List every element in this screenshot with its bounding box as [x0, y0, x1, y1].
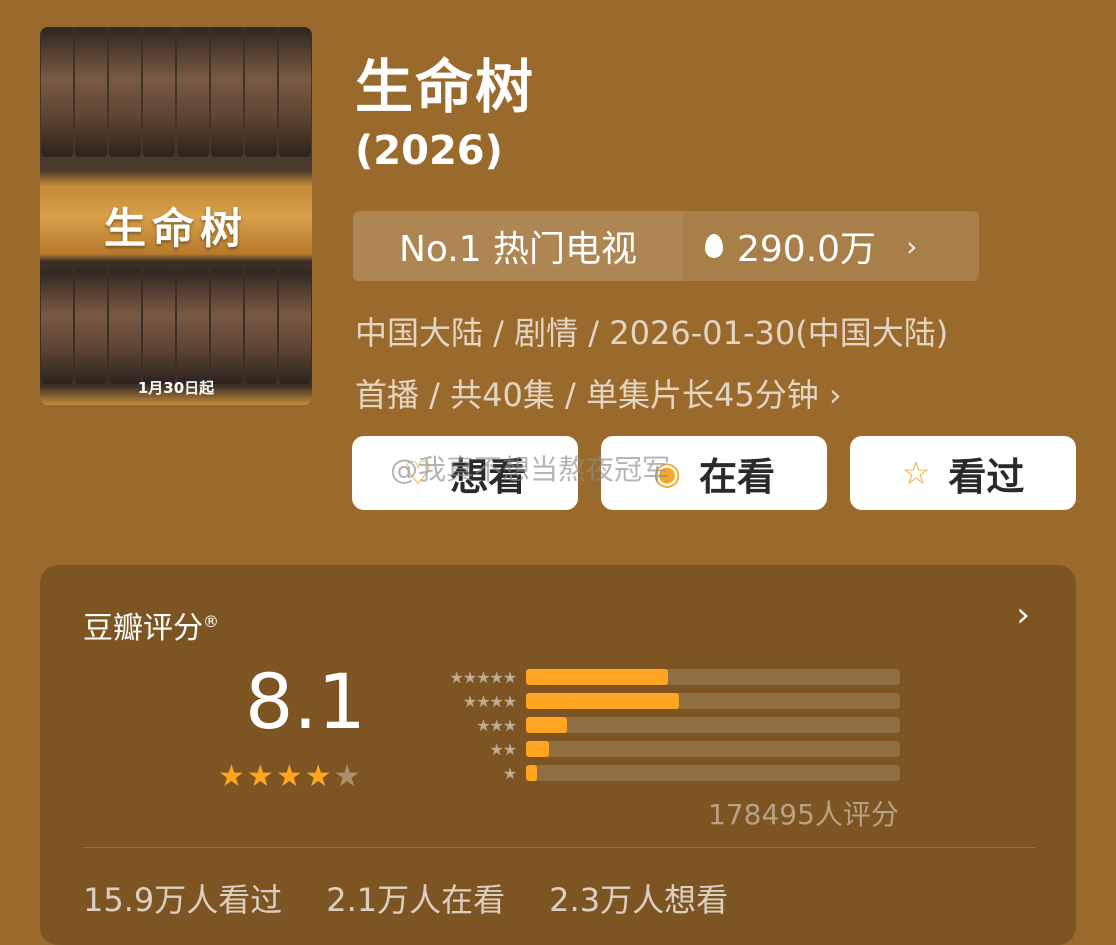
- meta-line-2-text: 首播 / 共40集 / 单集片长45分钟: [355, 376, 819, 414]
- rating-bar-stars: ★★: [489, 739, 518, 759]
- rating-score: 8.1: [245, 657, 366, 746]
- rating-bar-track: [526, 717, 900, 733]
- chevron-right-icon[interactable]: ›: [1016, 595, 1030, 635]
- star-empty-icon: ★: [333, 759, 363, 794]
- rating-bar-row: ★★★★★: [410, 665, 900, 689]
- rating-bar-stars: ★★★★★: [449, 667, 518, 687]
- show-year: (2026): [355, 128, 503, 174]
- watching-label: 在看: [698, 454, 775, 499]
- rating-bar-fill: [526, 669, 669, 685]
- rating-bar-fill: [526, 693, 680, 709]
- watched-button[interactable]: ☆ 看过: [850, 436, 1076, 510]
- fire-icon: [705, 234, 723, 258]
- ranking-label: No.1 热门电视: [353, 211, 683, 281]
- meta-line-2[interactable]: 首播 / 共40集 / 单集片长45分钟 ›: [355, 370, 842, 416]
- rater-count: 178495人评分: [708, 798, 899, 831]
- rating-bar-stars: ★★★★: [462, 691, 517, 711]
- poster-date-text: 1月30日起: [137, 379, 215, 397]
- rating-bar-row: ★: [410, 761, 900, 785]
- rating-distribution: ★★★★★ ★★★★ ★★★ ★★ ★: [410, 665, 900, 785]
- meta-line-1: 中国大陆 / 剧情 / 2026-01-30(中国大陆): [355, 314, 949, 352]
- rating-bar-track: [526, 693, 900, 709]
- star-filled-icon: ★: [218, 759, 247, 794]
- add-heart-icon: ♡: [403, 454, 433, 492]
- registered-mark: ®: [203, 612, 219, 631]
- poster-title-art: 生命树: [103, 204, 248, 253]
- watching-icon: ◉: [653, 454, 681, 492]
- rating-bar-stars: ★: [502, 763, 517, 783]
- want-to-watch-button[interactable]: ♡ 想看: [352, 436, 578, 510]
- rating-card[interactable]: 豆瓣评分® › 8.1 ★★★★★ ★★★★★ ★★★★ ★★★ ★★ ★ 178495…: [40, 565, 1076, 945]
- rating-bar-track: [526, 741, 900, 757]
- watching-button[interactable]: ◉ 在看: [601, 436, 827, 510]
- rating-bar-track: [526, 669, 900, 685]
- rating-stars: ★★★★★: [218, 759, 363, 794]
- chevron-right-icon: ›: [828, 376, 842, 414]
- divider: [83, 847, 1036, 848]
- watching-count: 2.1万人在看: [326, 881, 506, 919]
- show-title: 生命树: [355, 53, 536, 121]
- want-count: 2.3万人想看: [549, 881, 729, 919]
- rating-card-title: 豆瓣评分®: [83, 603, 219, 647]
- heat-section[interactable]: 290.0万 ›: [683, 211, 979, 281]
- poster-cast-bottom-row: [40, 269, 312, 384]
- poster-image[interactable]: 生命树 1月30日起: [40, 27, 312, 405]
- rating-bar-row: ★★★★: [410, 689, 900, 713]
- rating-bar-fill: [526, 741, 549, 757]
- rating-bar-stars: ★★★: [476, 715, 517, 735]
- star-filled-icon: ★: [304, 759, 334, 794]
- chevron-right-icon: ›: [906, 229, 918, 263]
- watched-count: 15.9万人看过: [83, 881, 283, 919]
- poster-cast-top-row: [40, 27, 312, 157]
- want-to-watch-label: 想看: [450, 454, 527, 499]
- star-outline-icon: ☆: [901, 454, 931, 492]
- rating-bar-fill: [526, 717, 568, 733]
- watched-label: 看过: [948, 454, 1025, 499]
- rating-bar-fill: [526, 765, 538, 781]
- star-filled-icon: ★: [275, 759, 305, 794]
- rating-bar-row: ★★: [410, 737, 900, 761]
- ranking-badge[interactable]: No.1 热门电视 290.0万 ›: [353, 211, 979, 281]
- rating-title-text: 豆瓣评分: [83, 611, 203, 646]
- heat-value: 290.0万: [737, 229, 877, 270]
- audience-stats: 15.9万人看过 2.1万人在看 2.3万人想看: [83, 875, 728, 921]
- star-filled-icon: ★: [246, 759, 276, 794]
- rating-bar-track: [526, 765, 900, 781]
- rating-bar-row: ★★★: [410, 713, 900, 737]
